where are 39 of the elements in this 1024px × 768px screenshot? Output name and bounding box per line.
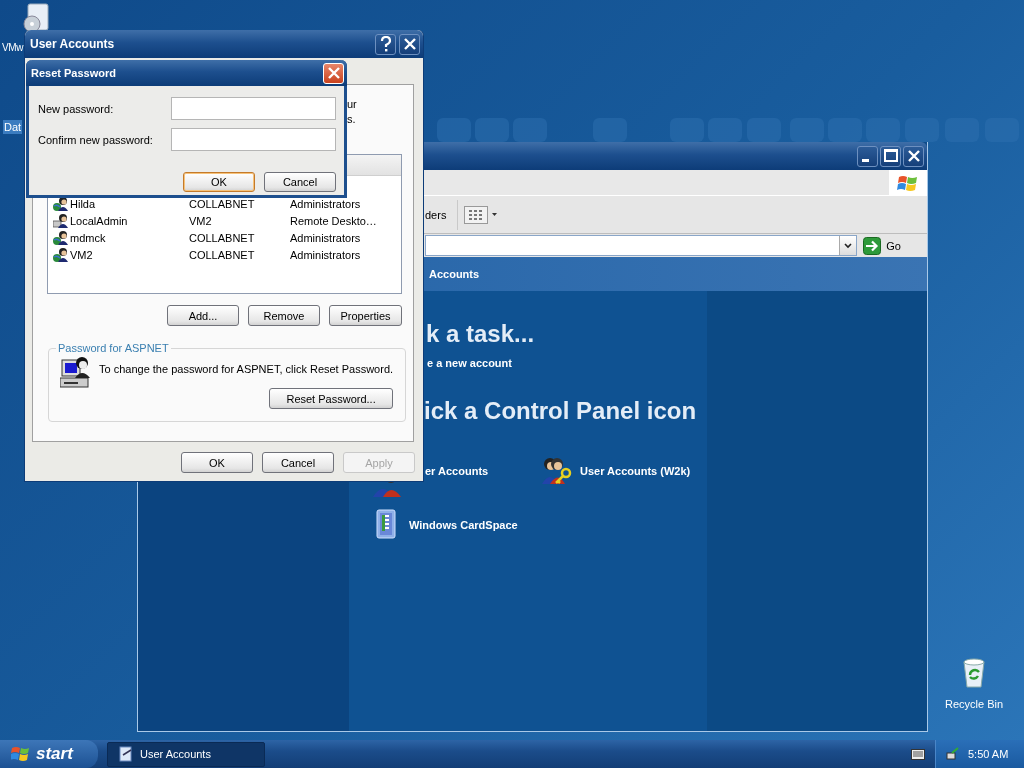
- list-button[interactable]: Add...: [167, 305, 239, 326]
- reset-password-button[interactable]: Reset Password...: [269, 388, 394, 409]
- group-text: To change the password for ASPNET, click Reset Password.: [99, 363, 394, 375]
- go-button[interactable]: Go: [863, 236, 901, 255]
- icon-label[interactable]: VMw: [2, 42, 24, 53]
- user-name[interactable]: mdmck: [70, 231, 189, 244]
- taskbar-button[interactable]: User Accounts: [107, 741, 265, 767]
- field-label: New password:: [38, 102, 114, 115]
- user-domain: COLLABNET: [189, 231, 256, 244]
- icon-label[interactable]: Recycle Bin: [944, 698, 1004, 710]
- user-group: Administrators: [290, 231, 401, 244]
- dialog-button[interactable]: Cancel: [264, 172, 336, 192]
- dialog-button[interactable]: Cancel: [262, 452, 334, 473]
- clock[interactable]: 5:50 AM: [968, 748, 1009, 760]
- create-account-link[interactable]: e a new account: [427, 357, 512, 369]
- user-group: Administrators: [290, 197, 401, 210]
- user-name[interactable]: Hilda: [70, 197, 189, 210]
- user-domain: VM2: [189, 214, 213, 227]
- group-title: Password for ASPNET: [57, 342, 170, 354]
- intro-text: s.: [347, 112, 356, 127]
- dialog-button[interactable]: OK: [183, 172, 255, 192]
- control-panel-link[interactable]: er Accounts: [425, 465, 489, 477]
- control-panel-link[interactable]: Windows CardSpace: [409, 519, 518, 531]
- field-label: Confirm new password:: [38, 133, 153, 146]
- list-button[interactable]: Properties: [329, 305, 402, 326]
- user-group: Remote Deskto…: [290, 214, 401, 227]
- dialog-button[interactable]: OK: [181, 452, 253, 473]
- start-button[interactable]: start: [0, 740, 98, 768]
- window-title: User Accounts: [30, 37, 115, 51]
- icon-label[interactable]: Dat: [3, 120, 23, 134]
- control-panel-link[interactable]: User Accounts (W2k): [580, 465, 691, 477]
- icon-heading: ick a Control Panel icon: [424, 397, 697, 425]
- task-heading: k a task...: [426, 320, 535, 348]
- intro-text: ur: [347, 97, 357, 112]
- window-title: Reset Password: [31, 67, 116, 79]
- user-name[interactable]: LocalAdmin: [70, 214, 189, 227]
- toolbar-label[interactable]: ders: [425, 208, 447, 221]
- list-button[interactable]: Remove: [248, 305, 320, 326]
- user-domain: COLLABNET: [189, 197, 256, 210]
